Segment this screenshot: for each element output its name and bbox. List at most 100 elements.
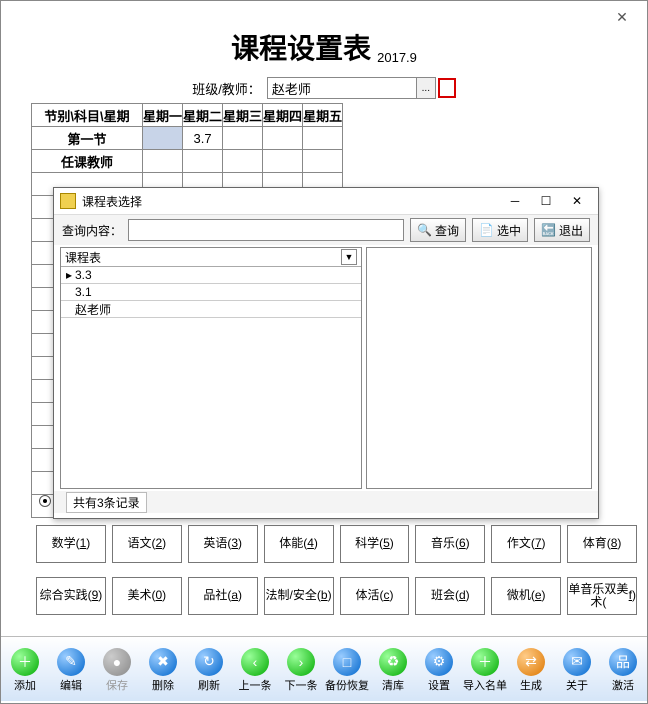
- row-marker-icon: ▸: [65, 268, 73, 282]
- status-text: 共有3条记录: [66, 492, 147, 513]
- toolbar-label: 导入名单: [463, 677, 507, 693]
- dialog-search-row: 查询内容： 🔍查询 📄选中 🔙退出: [54, 215, 598, 245]
- subject-button[interactable]: 科学(5): [340, 525, 410, 563]
- subject-button[interactable]: 品社(a): [188, 577, 258, 615]
- col-header: 星期三: [223, 104, 263, 127]
- dialog-close-button[interactable]: ✕: [562, 191, 592, 211]
- window-close-button[interactable]: ✕: [607, 7, 637, 27]
- table-row: 任课教师: [32, 150, 343, 173]
- row-label: 任课教师: [32, 150, 143, 173]
- course-select-dialog: 课程表选择 ─ ☐ ✕ 查询内容： 🔍查询 📄选中 🔙退出 课程表 ▼ ▸3.3…: [53, 187, 599, 519]
- subject-button[interactable]: 音乐(6): [415, 525, 485, 563]
- toolbar-添加[interactable]: ＋添加: [3, 646, 47, 693]
- list-header[interactable]: 课程表 ▼: [61, 248, 361, 267]
- toolbar-label: 保存: [106, 677, 128, 693]
- subject-row-1: 数学(1)语文(2)英语(3)体能(4)科学(5)音乐(6)作文(7)体育(8): [36, 525, 637, 563]
- schedule-cell[interactable]: [223, 150, 263, 173]
- dialog-minimize-button[interactable]: ─: [500, 191, 530, 211]
- dropdown-icon[interactable]: ▼: [341, 249, 357, 265]
- select-button[interactable]: 📄选中: [472, 218, 528, 242]
- toolbar-设置[interactable]: ⚙设置: [417, 646, 461, 693]
- toolbar-icon: ‹: [241, 648, 269, 676]
- toolbar-icon: ●: [103, 648, 131, 676]
- toolbar-刷新[interactable]: ↻刷新: [187, 646, 231, 693]
- table-row: 第一节 3.7: [32, 127, 343, 150]
- subject-button[interactable]: 体活(c): [340, 577, 410, 615]
- toolbar-生成[interactable]: ⇄生成: [509, 646, 553, 693]
- toolbar-icon: ＋: [11, 648, 39, 676]
- toolbar-icon: ✖: [149, 648, 177, 676]
- bottom-toolbar: ＋添加✎编辑●保存✖删除↻刷新‹上一条›下一条□备份恢复♻清库⚙设置＋导入名单⇄…: [1, 636, 647, 701]
- subject-button[interactable]: 单音乐双美术(f): [567, 577, 637, 615]
- mode-radio[interactable]: [39, 495, 51, 507]
- detail-panel: [366, 247, 592, 489]
- subject-button[interactable]: 综合实践(9): [36, 577, 106, 615]
- search-input[interactable]: [128, 219, 404, 241]
- search-label: 查询内容：: [62, 222, 122, 239]
- teacher-input[interactable]: [267, 77, 417, 99]
- schedule-cell[interactable]: [303, 127, 343, 150]
- subject-row-2: 综合实践(9)美术(0)品社(a)法制/安全(b)体活(c)班会(d)微机(e)…: [36, 577, 637, 615]
- list-item[interactable]: ▸3.3: [61, 267, 361, 284]
- subject-button[interactable]: 英语(3): [188, 525, 258, 563]
- toolbar-label: 备份恢复: [325, 677, 369, 693]
- subject-button[interactable]: 体能(4): [264, 525, 334, 563]
- toolbar-icon: 品: [609, 648, 637, 676]
- toolbar-icon: ♻: [379, 648, 407, 676]
- col-header: 星期二: [183, 104, 223, 127]
- dialog-titlebar[interactable]: 课程表选择 ─ ☐ ✕: [54, 188, 598, 215]
- toolbar-激活[interactable]: 品激活: [601, 646, 645, 693]
- subject-button[interactable]: 法制/安全(b): [264, 577, 334, 615]
- toolbar-备份恢复[interactable]: □备份恢复: [325, 646, 369, 693]
- schedule-cell[interactable]: [263, 150, 303, 173]
- toolbar-label: 刷新: [198, 677, 220, 693]
- toolbar-label: 删除: [152, 677, 174, 693]
- toolbar-label: 激活: [612, 677, 634, 693]
- toolbar-导入名单[interactable]: ＋导入名单: [463, 646, 507, 693]
- toolbar-清库[interactable]: ♻清库: [371, 646, 415, 693]
- toolbar-保存: ●保存: [95, 646, 139, 693]
- subject-button[interactable]: 体育(8): [567, 525, 637, 563]
- subject-button[interactable]: 数学(1): [36, 525, 106, 563]
- toolbar-下一条[interactable]: ›下一条: [279, 646, 323, 693]
- toolbar-label: 生成: [520, 677, 542, 693]
- toolbar-关于[interactable]: ✉关于: [555, 646, 599, 693]
- table-header-row: 节别\科目\星期 星期一 星期二 星期三 星期四 星期五: [32, 104, 343, 127]
- toolbar-label: 上一条: [239, 677, 272, 693]
- toolbar-label: 下一条: [285, 677, 318, 693]
- exit-button[interactable]: 🔙退出: [534, 218, 590, 242]
- dialog-status-bar: 共有3条记录: [54, 491, 598, 513]
- schedule-cell[interactable]: [303, 150, 343, 173]
- toolbar-icon: ⚙: [425, 648, 453, 676]
- toolbar-icon: ✉: [563, 648, 591, 676]
- subject-button[interactable]: 美术(0): [112, 577, 182, 615]
- list-item[interactable]: 赵老师: [61, 301, 361, 318]
- subject-button[interactable]: 班会(d): [415, 577, 485, 615]
- col-header: 星期四: [263, 104, 303, 127]
- teacher-browse-button[interactable]: ...: [417, 77, 436, 99]
- list-item[interactable]: 3.1: [61, 284, 361, 301]
- col-header: 星期一: [143, 104, 183, 127]
- schedule-cell[interactable]: [143, 150, 183, 173]
- exit-icon: 🔙: [541, 223, 556, 237]
- query-button[interactable]: 🔍查询: [410, 218, 466, 242]
- schedule-cell[interactable]: [183, 150, 223, 173]
- toolbar-上一条[interactable]: ‹上一条: [233, 646, 277, 693]
- subject-button[interactable]: 微机(e): [491, 577, 561, 615]
- document-icon: 📄: [479, 223, 494, 237]
- toolbar-label: 关于: [566, 677, 588, 693]
- schedule-cell[interactable]: [223, 127, 263, 150]
- subject-button[interactable]: 作文(7): [491, 525, 561, 563]
- subject-button[interactable]: 语文(2): [112, 525, 182, 563]
- dialog-title: 课程表选择: [82, 193, 142, 210]
- toolbar-删除[interactable]: ✖删除: [141, 646, 185, 693]
- toolbar-label: 编辑: [60, 677, 82, 693]
- schedule-cell[interactable]: 3.7: [183, 127, 223, 150]
- toolbar-label: 清库: [382, 677, 404, 693]
- toolbar-编辑[interactable]: ✎编辑: [49, 646, 93, 693]
- search-icon: 🔍: [417, 223, 432, 237]
- dialog-maximize-button[interactable]: ☐: [531, 191, 561, 211]
- toolbar-icon: ⇄: [517, 648, 545, 676]
- schedule-cell[interactable]: [143, 127, 183, 150]
- schedule-cell[interactable]: [263, 127, 303, 150]
